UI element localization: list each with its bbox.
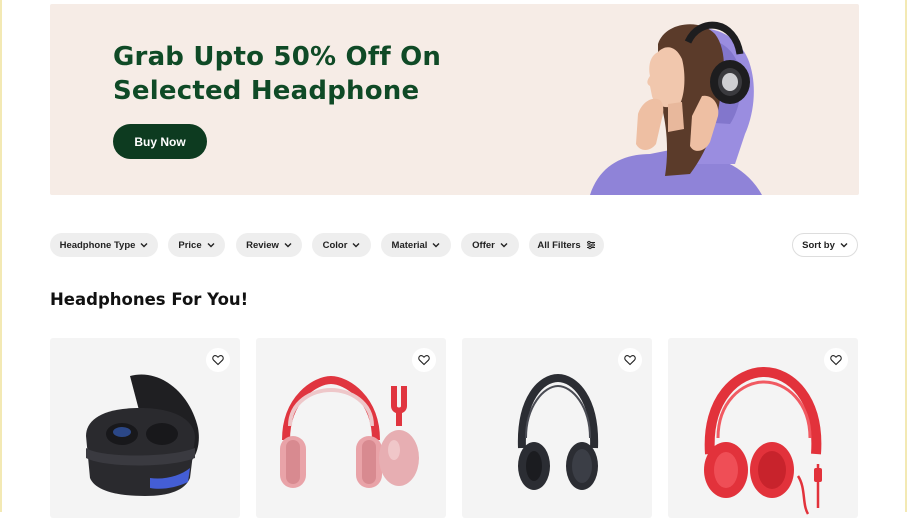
filter-label: Price [178,239,202,251]
product-card[interactable] [256,338,446,518]
heart-icon [830,355,842,366]
product-card[interactable] [462,338,652,518]
buy-now-button[interactable]: Buy Now [113,124,207,159]
heart-icon [418,355,430,366]
filter-price[interactable]: Price [168,233,225,257]
sort-by-dropdown[interactable]: Sort by [792,233,858,257]
favorite-button[interactable] [824,348,848,372]
filter-offer[interactable]: Offer [461,233,519,257]
filter-label: Offer [472,239,495,251]
sort-label: Sort by [802,239,835,251]
black-noise-cancelling-headphones-image [517,373,599,490]
chevron-down-icon [284,243,292,248]
hero-model-image [590,21,762,195]
filter-label: All Filters [537,239,581,251]
product-card[interactable] [668,338,858,518]
chevron-down-icon [207,243,215,248]
chevron-down-icon [500,243,508,248]
favorite-button[interactable] [206,348,230,372]
filter-headphone-type[interactable]: Headphone Type [50,233,158,257]
sliders-icon [586,240,595,250]
filter-all-filters[interactable]: All Filters [529,233,604,257]
chevron-down-icon [840,243,848,248]
hero-title: Grab Upto 50% Off On Selected Headphone [113,42,442,106]
left-edge-line [0,0,2,512]
filter-label: Headphone Type [59,239,136,251]
filter-label: Color [322,239,348,251]
pink-over-ear-headphones-image [280,375,419,488]
product-card[interactable] [50,338,240,518]
chevron-down-icon [432,243,440,248]
favorite-button[interactable] [412,348,436,372]
filter-color[interactable]: Color [312,233,371,257]
filter-label: Review [246,239,279,251]
hero-banner: Grab Upto 50% Off On Selected Headphone … [50,4,859,195]
chevron-down-icon [140,243,148,248]
chevron-down-icon [352,243,360,248]
wireless-earbuds-case-image [86,374,199,496]
red-wired-headphones-image [704,366,822,515]
filter-material[interactable]: Material [381,233,451,257]
filter-label: Material [391,239,428,251]
heart-icon [212,355,224,366]
heart-icon [624,355,636,366]
section-title: Headphones For You! [50,290,249,309]
filter-review[interactable]: Review [236,233,302,257]
favorite-button[interactable] [618,348,642,372]
